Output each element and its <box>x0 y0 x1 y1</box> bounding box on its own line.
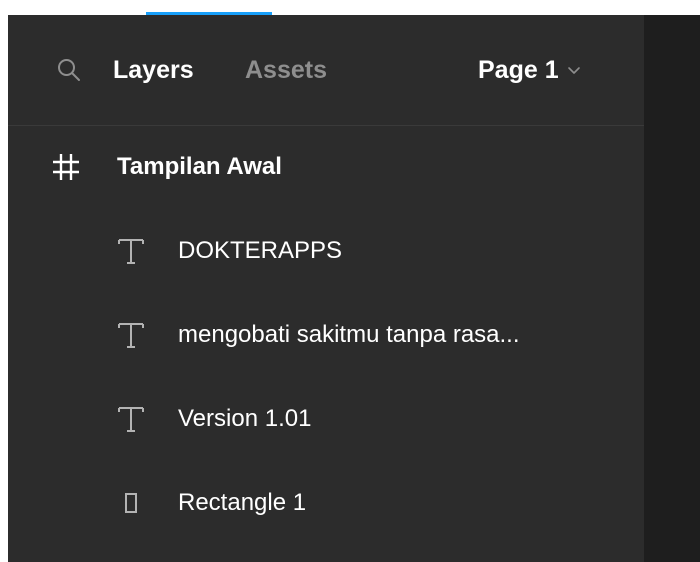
chevron-down-icon <box>567 67 580 74</box>
left-strip <box>0 0 8 562</box>
search-icon[interactable] <box>56 57 82 83</box>
canvas-area[interactable] <box>644 15 700 562</box>
text-icon <box>114 234 148 268</box>
tab-assets[interactable]: Assets <box>245 53 327 87</box>
rectangle-icon <box>114 486 148 520</box>
frame-icon <box>48 149 84 185</box>
page-selector-label: Page 1 <box>478 56 559 84</box>
layer-frame[interactable]: Tampilan Awal <box>8 125 644 209</box>
layer-name: Rectangle 1 <box>178 489 307 516</box>
layer-name: DOKTERAPPS <box>178 237 343 264</box>
layers-panel: Layers Assets Page 1 Tampilan Awal DOKTE… <box>8 15 644 562</box>
layer-item[interactable]: Version 1.01 <box>8 377 644 461</box>
text-icon <box>114 402 148 436</box>
layer-name: mengobati sakitmu tanpa rasa... <box>178 321 520 348</box>
layer-item[interactable]: mengobati sakitmu tanpa rasa... <box>8 293 644 377</box>
figma-layers-screen: Layers Assets Page 1 Tampilan Awal DOKTE… <box>0 0 700 562</box>
layer-name: Tampilan Awal <box>117 153 282 180</box>
page-selector[interactable]: Page 1 <box>478 53 581 87</box>
layer-name: Version 1.01 <box>178 405 312 432</box>
panel-header: Layers Assets Page 1 <box>8 15 644 126</box>
layer-item[interactable]: Rectangle 1 <box>8 461 644 545</box>
tab-layers[interactable]: Layers <box>113 53 194 87</box>
top-strip <box>0 0 700 15</box>
text-icon <box>114 318 148 352</box>
layer-item[interactable]: DOKTERAPPS <box>8 209 644 293</box>
